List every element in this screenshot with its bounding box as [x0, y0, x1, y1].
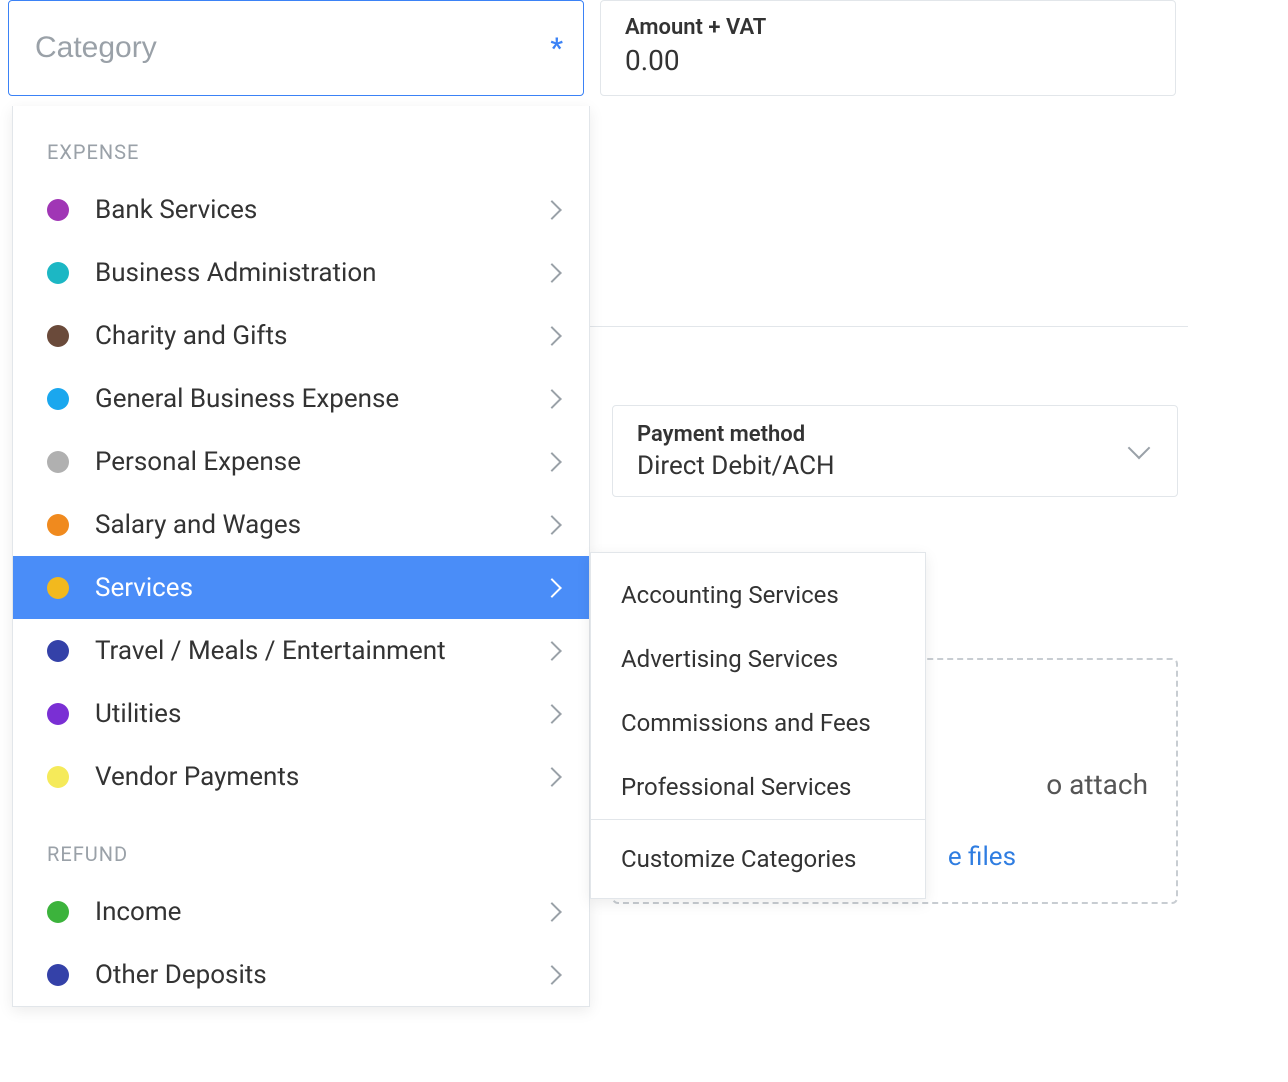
category-group-header: REFUND [13, 808, 589, 880]
chevron-right-icon [542, 200, 562, 220]
payment-method-label: Payment method [637, 422, 1131, 447]
category-color-dot [47, 577, 69, 599]
category-option[interactable]: Vendor Payments [13, 745, 589, 808]
chevron-right-icon [542, 452, 562, 472]
category-option-label: Personal Expense [95, 447, 545, 477]
category-option[interactable]: Income [13, 880, 589, 943]
category-option-label: Income [95, 897, 545, 927]
chevron-right-icon [542, 263, 562, 283]
chevron-down-icon [1128, 437, 1151, 460]
payment-method-select[interactable]: Payment method Direct Debit/ACH [612, 405, 1178, 497]
category-color-dot [47, 451, 69, 473]
category-option-label: Vendor Payments [95, 762, 545, 792]
category-option-label: Bank Services [95, 195, 545, 225]
category-option[interactable]: Services [13, 556, 589, 619]
category-option[interactable]: Other Deposits [13, 943, 589, 1006]
chevron-right-icon [542, 578, 562, 598]
subcategory-option[interactable]: Professional Services [591, 755, 925, 819]
category-option-label: Salary and Wages [95, 510, 545, 540]
category-option[interactable]: Travel / Meals / Entertainment [13, 619, 589, 682]
category-option-label: Utilities [95, 699, 545, 729]
category-input[interactable] [35, 31, 557, 65]
category-option[interactable]: Utilities [13, 682, 589, 745]
amount-value: 0.00 [625, 44, 1151, 77]
amount-field[interactable]: Amount + VAT 0.00 [600, 0, 1176, 96]
attachment-browse-link[interactable]: e files [948, 842, 1016, 872]
category-option[interactable]: Bank Services [13, 178, 589, 241]
customize-categories-link[interactable]: Customize Categories [591, 820, 925, 898]
category-color-dot [47, 703, 69, 725]
category-option-label: Other Deposits [95, 960, 545, 990]
subcategory-option[interactable]: Commissions and Fees [591, 691, 925, 755]
required-indicator: * [550, 32, 563, 65]
subcategory-option[interactable]: Advertising Services [591, 627, 925, 691]
category-color-dot [47, 766, 69, 788]
category-option[interactable]: General Business Expense [13, 367, 589, 430]
amount-label: Amount + VAT [625, 15, 1151, 40]
payment-method-value: Direct Debit/ACH [637, 451, 1131, 481]
category-option[interactable]: Personal Expense [13, 430, 589, 493]
category-option-label: Business Administration [95, 258, 545, 288]
category-color-dot [47, 262, 69, 284]
category-option[interactable]: Business Administration [13, 241, 589, 304]
category-option-label: Travel / Meals / Entertainment [95, 636, 545, 666]
category-submenu[interactable]: Accounting ServicesAdvertising ServicesC… [590, 552, 926, 899]
chevron-right-icon [542, 902, 562, 922]
category-color-dot [47, 199, 69, 221]
category-combobox[interactable]: * [8, 0, 584, 96]
chevron-right-icon [542, 767, 562, 787]
chevron-right-icon [542, 704, 562, 724]
chevron-right-icon [542, 389, 562, 409]
category-color-dot [47, 964, 69, 986]
category-option[interactable]: Salary and Wages [13, 493, 589, 556]
category-color-dot [47, 325, 69, 347]
category-color-dot [47, 388, 69, 410]
chevron-right-icon [542, 641, 562, 661]
category-dropdown[interactable]: EXPENSE Bank Services Business Administrat… [12, 106, 590, 1007]
chevron-right-icon [542, 326, 562, 346]
category-color-dot [47, 640, 69, 662]
attachment-hint: o attach [1046, 768, 1148, 801]
category-option-label: General Business Expense [95, 384, 545, 414]
category-option[interactable]: Charity and Gifts [13, 304, 589, 367]
chevron-right-icon [542, 965, 562, 985]
category-option-label: Charity and Gifts [95, 321, 545, 351]
category-color-dot [47, 514, 69, 536]
category-group-header: EXPENSE [13, 106, 589, 178]
divider [590, 326, 1188, 327]
subcategory-option[interactable]: Accounting Services [591, 553, 925, 627]
chevron-right-icon [542, 515, 562, 535]
category-option-label: Services [95, 573, 545, 603]
category-color-dot [47, 901, 69, 923]
